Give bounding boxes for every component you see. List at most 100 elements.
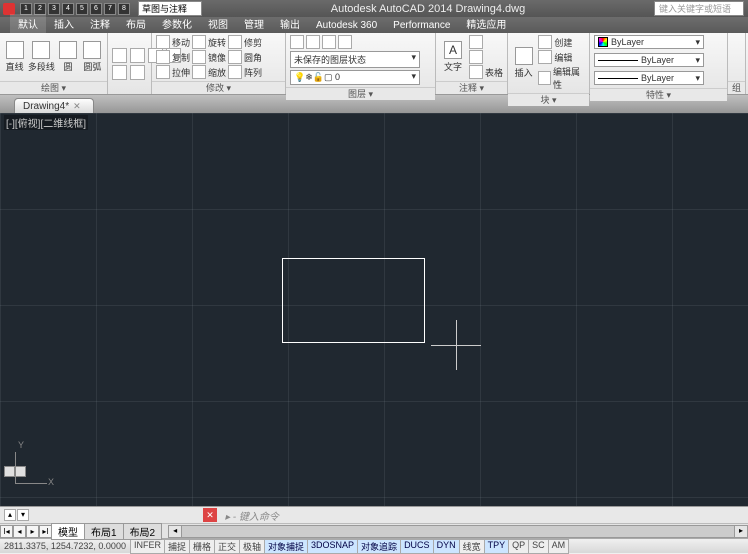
ribbon-tabs: 默认插入注释布局参数化视图管理输出Autodesk 360Performance… bbox=[0, 17, 748, 33]
panel-modify-title: 修改 ▾ bbox=[152, 81, 285, 94]
modify-修剪-button[interactable] bbox=[228, 35, 242, 49]
status-toggle-AM[interactable]: AM bbox=[548, 539, 570, 554]
layer-props-icon[interactable] bbox=[290, 35, 304, 49]
ribbon-tab[interactable]: 默认 bbox=[10, 14, 46, 33]
draw-直线-button[interactable]: 直线 bbox=[4, 41, 25, 73]
panel-layer: 未保存的图层状态 💡❄🔓▢ 0 图层 ▾ bbox=[286, 33, 436, 94]
panel-draw: 直线多段线圆圆弧 绘图 ▾ bbox=[0, 33, 108, 94]
ribbon-tab[interactable]: 注释 bbox=[82, 14, 118, 33]
modify-拉伸-button[interactable] bbox=[156, 65, 170, 79]
modify-镜像-button[interactable] bbox=[192, 50, 206, 64]
command-line[interactable]: ▴▾ ✕ ▸ - 键入命令 bbox=[0, 506, 748, 523]
ribbon-tab[interactable]: 参数化 bbox=[154, 14, 200, 33]
qat-button-1[interactable]: 1 bbox=[20, 3, 32, 15]
status-toggle-线宽[interactable]: 线宽 bbox=[459, 539, 485, 554]
cmd-close-icon[interactable]: ✕ bbox=[203, 508, 217, 522]
color-dropdown[interactable]: ByLayer bbox=[594, 35, 704, 49]
status-toggle-INFER[interactable]: INFER bbox=[130, 539, 165, 554]
autocad-app-icon[interactable] bbox=[3, 3, 15, 15]
dim-linear-button[interactable] bbox=[469, 35, 503, 49]
lineweight-dropdown[interactable]: ByLayer bbox=[594, 53, 704, 67]
qat-button-2[interactable]: 2 bbox=[34, 3, 46, 15]
qat-button-3[interactable]: 3 bbox=[48, 3, 60, 15]
layout-tab-2[interactable]: 布局2 bbox=[123, 523, 163, 540]
ribbon-tab[interactable]: 输出 bbox=[272, 14, 308, 33]
modify-圆角-button[interactable] bbox=[228, 50, 242, 64]
ribbon-tab[interactable]: 精选应用 bbox=[458, 14, 514, 33]
status-toggle-对象追踪[interactable]: 对象追踪 bbox=[357, 539, 401, 554]
qat-button-5[interactable]: 5 bbox=[76, 3, 88, 15]
ribbon-tab[interactable]: Autodesk 360 bbox=[308, 18, 385, 33]
cmd-history-controls[interactable]: ▴▾ bbox=[0, 509, 33, 521]
modify-复制-button[interactable] bbox=[156, 50, 170, 64]
draw-多段线-button[interactable]: 多段线 bbox=[28, 41, 54, 73]
status-toggle-DYN[interactable]: DYN bbox=[433, 539, 460, 554]
command-input[interactable]: ▸ - 键入命令 bbox=[221, 508, 748, 523]
lineweight-icon bbox=[598, 60, 638, 61]
panel-layer-title: 图层 ▾ bbox=[286, 87, 435, 100]
layer-freeze-icon[interactable] bbox=[322, 35, 336, 49]
scroll-left-arrow[interactable]: ◂ bbox=[169, 526, 182, 537]
status-toggle-QP[interactable]: QP bbox=[508, 539, 529, 554]
layer-lock-icon[interactable] bbox=[338, 35, 352, 49]
modify-旋转-button[interactable] bbox=[192, 35, 206, 49]
ribbon-tab[interactable]: 管理 bbox=[236, 14, 272, 33]
status-toggle-对象捕捉[interactable]: 对象捕捉 bbox=[264, 539, 308, 554]
panel-props-title: 特性 ▾ bbox=[590, 88, 727, 101]
qat-button-8[interactable]: 8 bbox=[118, 3, 130, 15]
leader-button[interactable] bbox=[469, 50, 503, 64]
layer-state-dropdown[interactable]: 未保存的图层状态 bbox=[290, 51, 420, 68]
block-创建-button[interactable]: 创建 bbox=[538, 35, 585, 49]
file-tab-drawing4[interactable]: Drawing4*✕ bbox=[14, 98, 94, 113]
scroll-right-arrow[interactable]: ▸ bbox=[734, 526, 747, 537]
status-toggle-3DOSNAP[interactable]: 3DOSNAP bbox=[307, 539, 358, 554]
window-title: Autodesk AutoCAD 2014 Drawing4.dwg bbox=[202, 3, 654, 15]
panel-block: 插入 创建编辑编辑属性 块 ▾ bbox=[508, 33, 590, 94]
modify-移动-button[interactable] bbox=[156, 35, 170, 49]
text-button[interactable]: A文字 bbox=[440, 41, 466, 73]
qat-button-7[interactable]: 7 bbox=[104, 3, 116, 15]
ribbon-tab[interactable]: Performance bbox=[385, 18, 458, 33]
modify-阵列-button[interactable] bbox=[228, 65, 242, 79]
layer-iso-icon[interactable] bbox=[306, 35, 320, 49]
qat-button-4[interactable]: 4 bbox=[62, 3, 74, 15]
ribbon: 直线多段线圆圆弧 绘图 ▾ 移动旋转修剪复制镜像圆角拉伸缩放阵列 修改 ▾ 未保… bbox=[0, 33, 748, 95]
ribbon-tab[interactable]: 布局 bbox=[118, 14, 154, 33]
rectangle-entity[interactable] bbox=[282, 258, 425, 343]
block-编辑-button[interactable]: 编辑 bbox=[538, 50, 585, 64]
draw-圆-button[interactable]: 圆 bbox=[57, 41, 78, 73]
draw-圆弧-button[interactable]: 圆弧 bbox=[82, 41, 103, 73]
status-toggle-DUCS[interactable]: DUCS bbox=[400, 539, 434, 554]
qat-button-6[interactable]: 6 bbox=[90, 3, 102, 15]
color-swatch-icon bbox=[598, 37, 608, 47]
coordinate-readout[interactable]: 2811.3375, 1254.7232, 0.0000 bbox=[0, 541, 131, 551]
status-toggle-捕捉[interactable]: 捕捉 bbox=[164, 539, 190, 554]
ucs-icon: YX bbox=[12, 444, 52, 484]
status-toggle-SC[interactable]: SC bbox=[528, 539, 549, 554]
layout-tab-model[interactable]: 模型 bbox=[51, 523, 85, 540]
insert-block-button[interactable]: 插入 bbox=[512, 47, 535, 79]
viewport-label[interactable]: [-][俯视][二维线框] bbox=[4, 115, 88, 130]
block-编辑属性-button[interactable]: 编辑属性 bbox=[538, 65, 585, 91]
panel-annotation: A文字 表格 注释 ▾ bbox=[436, 33, 508, 94]
panel-modify: 移动旋转修剪复制镜像圆角拉伸缩放阵列 修改 ▾ bbox=[152, 33, 286, 94]
panel-draw-title: 绘图 ▾ bbox=[0, 81, 107, 94]
panel-block-title: 块 ▾ bbox=[508, 93, 589, 106]
modify-缩放-button[interactable] bbox=[192, 65, 206, 79]
ribbon-tab[interactable]: 插入 bbox=[46, 14, 82, 33]
status-toggle-栅格[interactable]: 栅格 bbox=[189, 539, 215, 554]
status-toggle-极轴[interactable]: 极轴 bbox=[239, 539, 265, 554]
help-search-input[interactable]: 键入关键字或短语 bbox=[654, 1, 744, 16]
panel-group: 组 bbox=[728, 33, 746, 94]
layout-tab-1[interactable]: 布局1 bbox=[84, 523, 124, 540]
close-tab-icon[interactable]: ✕ bbox=[73, 101, 81, 112]
linetype-dropdown[interactable]: ByLayer bbox=[594, 71, 704, 85]
model-space-toggle[interactable] bbox=[4, 466, 26, 477]
table-button[interactable]: 表格 bbox=[469, 65, 503, 79]
current-layer-dropdown[interactable]: 💡❄🔓▢ 0 bbox=[290, 70, 420, 85]
status-toggle-TPY[interactable]: TPY bbox=[484, 539, 510, 554]
drawing-canvas[interactable]: [-][俯视][二维线框] YX bbox=[0, 113, 748, 506]
ribbon-tab[interactable]: 视图 bbox=[200, 14, 236, 33]
status-toggle-正交[interactable]: 正交 bbox=[214, 539, 240, 554]
workspace-dropdown[interactable]: 草图与注释 bbox=[138, 1, 202, 16]
